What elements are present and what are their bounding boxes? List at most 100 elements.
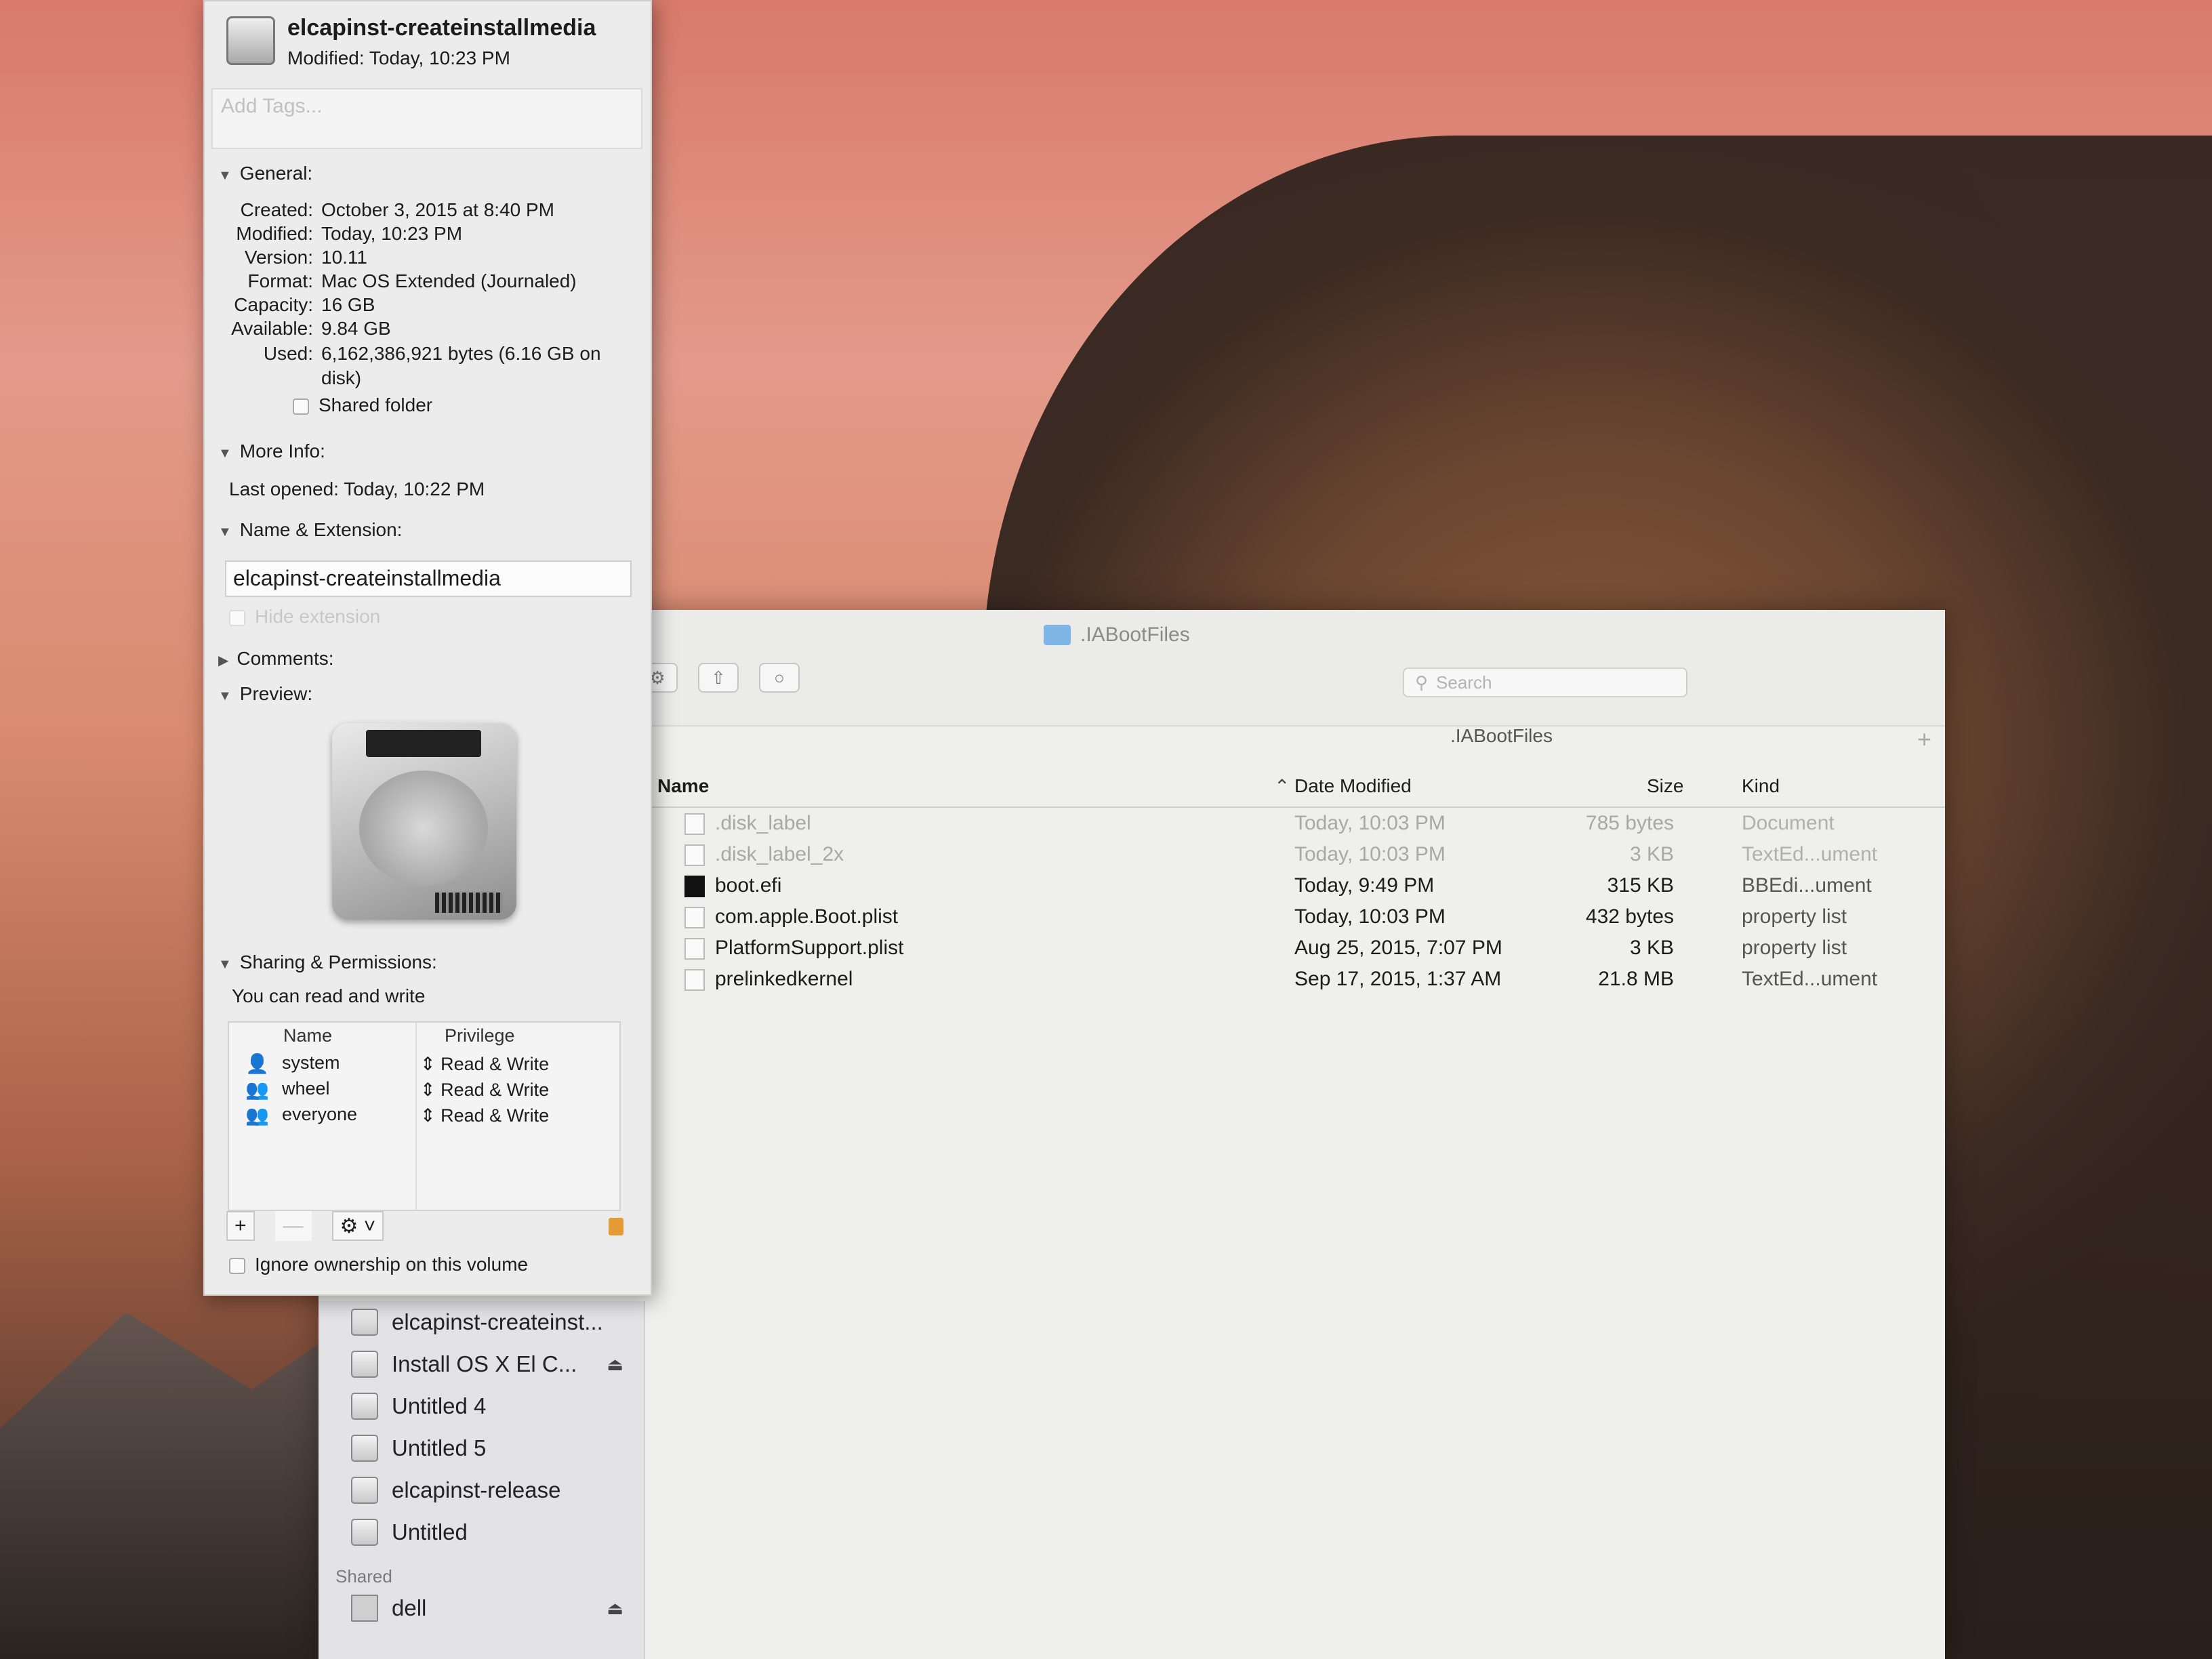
tags-field[interactable]: Add Tags...	[211, 88, 642, 149]
capacity-label: Capacity:	[234, 294, 313, 315]
checkbox[interactable]	[293, 398, 309, 415]
sidebar-item-label: Untitled	[392, 1519, 468, 1544]
modified-label: Modified:	[236, 223, 313, 244]
hide-extension-checkbox[interactable]: Hide extension	[229, 606, 380, 628]
sidebar-item-label: Untitled 4	[392, 1393, 487, 1418]
file-kind: property list	[1742, 937, 1847, 959]
sidebar-item-install-os-x[interactable]: Install OS X El C... ⏏	[319, 1343, 644, 1385]
checkbox[interactable]	[229, 1257, 245, 1274]
search-icon: ⚲	[1415, 672, 1429, 693]
name-extension-section-toggle[interactable]: Name & Extension:	[218, 519, 403, 541]
plist-icon	[684, 907, 705, 928]
file-date: Sep 17, 2015, 1:37 AM	[1294, 968, 1502, 990]
everyone-icon: 👥	[245, 1105, 269, 1126]
available-value: 9.84 GB	[321, 318, 391, 339]
sidebar-item-untitled-5[interactable]: Untitled 5	[319, 1427, 644, 1469]
shared-folder-checkbox[interactable]: Shared folder	[293, 394, 432, 416]
disk-icon	[351, 1519, 378, 1546]
get-info-window: elcapinst-createinstallmedia Modified: T…	[203, 0, 652, 1296]
name-column-header[interactable]: Name	[657, 775, 709, 797]
remove-user-button[interactable]: —	[274, 1211, 312, 1241]
info-header: elcapinst-createinstallmedia Modified: T…	[205, 1, 651, 83]
privilege-popup[interactable]: ⇕ Read & Write	[420, 1054, 549, 1075]
sidebar-item-untitled-4[interactable]: Untitled 4	[319, 1385, 644, 1427]
sharing-permissions-section-toggle[interactable]: Sharing & Permissions:	[218, 951, 437, 973]
format-row: Format:	[205, 270, 313, 293]
drive-vent-icon	[435, 893, 503, 913]
file-name: .disk_label_2x	[715, 843, 844, 865]
permission-row[interactable]: 👥 wheel ⇕ Read & Write	[229, 1077, 619, 1103]
permission-row[interactable]: 👥 everyone ⇕ Read & Write	[229, 1103, 619, 1128]
access-status: You can read and write	[232, 985, 426, 1006]
file-row[interactable]: prelinkedkernel Sep 17, 2015, 1:37 AM 21…	[644, 964, 1945, 995]
ignore-ownership-checkbox[interactable]: Ignore ownership on this volume	[229, 1254, 528, 1275]
more-info-section-toggle[interactable]: More Info:	[218, 441, 325, 462]
permissions-action-button[interactable]: ⚙ ˅	[331, 1211, 384, 1241]
created-row: Created:	[205, 199, 313, 222]
add-user-button[interactable]: +	[226, 1211, 255, 1241]
sidebar-item-label: elcapinst-createinst...	[392, 1309, 603, 1334]
file-row[interactable]: com.apple.Boot.plist Today, 10:03 PM 432…	[644, 901, 1945, 933]
general-section-toggle[interactable]: General:	[218, 163, 312, 184]
file-row[interactable]: PlatformSupport.plist Aug 25, 2015, 7:07…	[644, 933, 1945, 964]
file-name: com.apple.Boot.plist	[715, 905, 899, 928]
kind-column-header[interactable]: Kind	[1742, 775, 1780, 797]
privilege-value: Read & Write	[441, 1105, 550, 1126]
file-size: 432 bytes	[1585, 905, 1674, 928]
tags-button[interactable]: ○	[759, 663, 800, 693]
size-column-header[interactable]: Size	[1647, 775, 1683, 797]
sidebar-item-dell[interactable]: dell ⏏	[319, 1587, 644, 1629]
drive-label-icon	[366, 730, 481, 757]
eject-icon[interactable]: ⏏	[607, 1598, 623, 1619]
file-list: Name ⌃ Date Modified Size Kind .disk_lab…	[644, 766, 1945, 995]
file-row[interactable]: .disk_label Today, 10:03 PM 785 bytes Do…	[644, 808, 1945, 839]
created-value: October 3, 2015 at 8:40 PM	[321, 199, 554, 220]
privilege-column-header[interactable]: Privilege	[445, 1025, 515, 1046]
privilege-popup[interactable]: ⇕ Read & Write	[420, 1105, 549, 1126]
used-value-cont: disk)	[321, 367, 362, 388]
search-placeholder: Search	[1436, 672, 1492, 693]
sidebar-item-elcapinst-release[interactable]: elcapinst-release	[319, 1469, 644, 1511]
capacity-value: 16 GB	[321, 294, 375, 315]
format-value: Mac OS Extended (Journaled)	[321, 270, 577, 291]
disk-icon	[226, 16, 275, 65]
permission-row[interactable]: 👤 system ⇕ Read & Write	[229, 1051, 619, 1077]
executable-icon	[684, 876, 705, 897]
preview-section-toggle[interactable]: Preview:	[218, 683, 312, 705]
disk-icon	[351, 1477, 378, 1504]
sidebar-item-label: Install OS X El C...	[392, 1351, 577, 1376]
format-label: Format:	[247, 270, 313, 291]
window-title-text: .IABootFiles	[1080, 623, 1190, 646]
privilege-value: Read & Write	[441, 1054, 550, 1074]
tab-iabootfiles[interactable]: .IABootFiles	[1450, 725, 1553, 747]
eject-icon[interactable]: ⏏	[607, 1354, 623, 1375]
computer-icon	[351, 1595, 378, 1622]
name-column-header[interactable]: Name	[283, 1025, 332, 1046]
disk-icon	[351, 1435, 378, 1462]
volume-name: elcapinst-createinstallmedia	[287, 15, 596, 41]
ignore-ownership-label: Ignore ownership on this volume	[255, 1254, 529, 1275]
used-row: Used:	[205, 343, 313, 366]
file-size: 3 KB	[1629, 937, 1674, 959]
shared-folder-label: Shared folder	[319, 394, 433, 415]
sort-chevron-icon[interactable]: ⌃	[1274, 775, 1290, 798]
comments-section-toggle[interactable]: Comments:	[218, 648, 333, 670]
date-column-header[interactable]: Date Modified	[1294, 775, 1412, 797]
sidebar-item-elcapinst-createinstallmedia[interactable]: elcapinst-createinst...	[319, 1301, 644, 1343]
add-tab-button[interactable]: +	[1917, 725, 1931, 754]
lock-icon[interactable]	[609, 1218, 623, 1235]
name-field[interactable]: elcapinst-createinstallmedia	[225, 560, 632, 597]
privilege-popup[interactable]: ⇕ Read & Write	[420, 1080, 549, 1101]
sidebar-item-untitled[interactable]: Untitled	[319, 1511, 644, 1553]
file-date: Today, 10:03 PM	[1294, 843, 1446, 865]
sidebar-item-label: dell	[392, 1595, 427, 1620]
share-button[interactable]: ⇧	[698, 663, 739, 693]
available-row: Available:	[205, 318, 313, 341]
disk-icon	[351, 1351, 378, 1378]
file-row[interactable]: boot.efi Today, 9:49 PM 315 KB BBEdi...u…	[644, 870, 1945, 901]
file-date: Today, 9:49 PM	[1294, 874, 1435, 897]
user-name: everyone	[282, 1104, 358, 1124]
checkbox[interactable]	[229, 609, 245, 626]
search-field[interactable]: ⚲ Search	[1403, 668, 1687, 697]
file-row[interactable]: .disk_label_2x Today, 10:03 PM 3 KB Text…	[644, 839, 1945, 870]
